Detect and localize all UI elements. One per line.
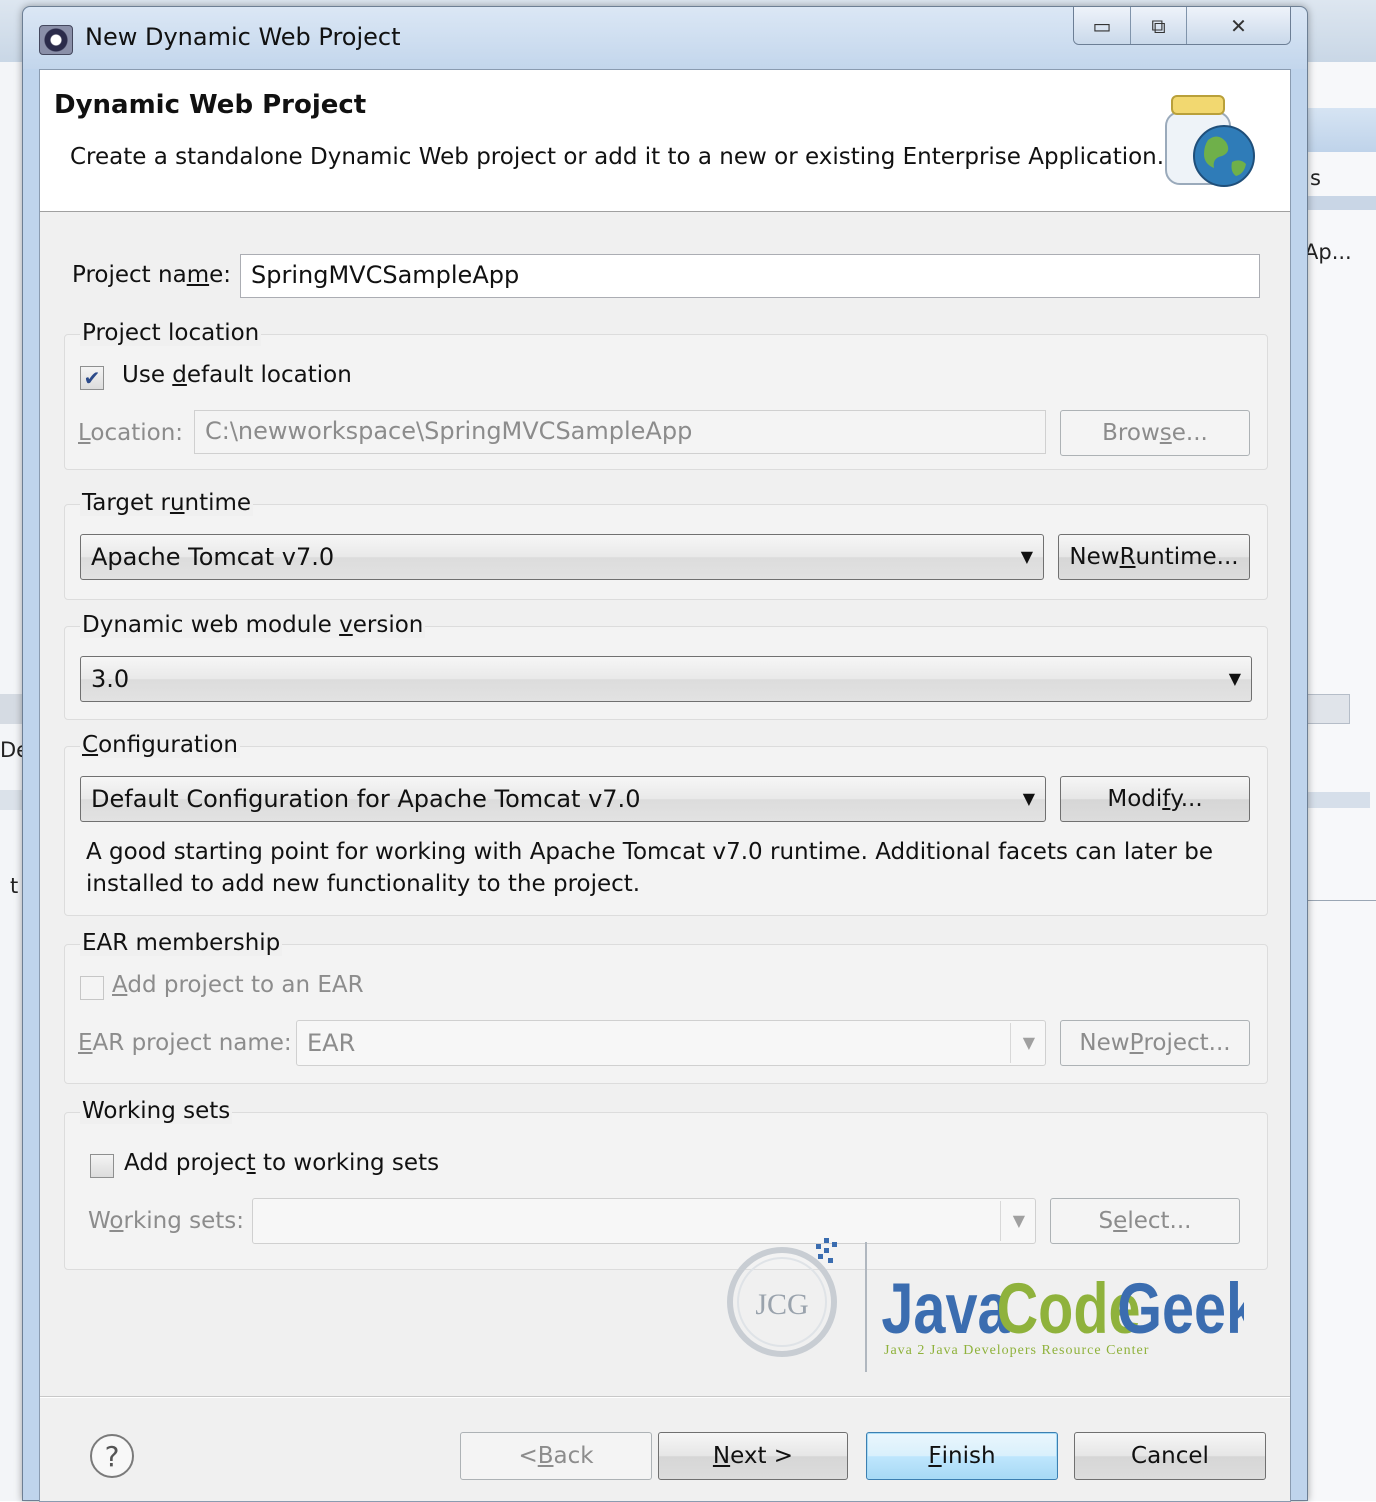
minimize-button[interactable]: ▭ [1074,7,1130,44]
add-to-ear-checkbox[interactable] [80,976,104,1000]
configuration-label: Configuration [80,732,240,758]
watermark-brand-java: Java [881,1268,1010,1348]
dropdown-arrow-icon: ▼ [1012,1211,1025,1230]
dropdown-arrow-icon: ▼ [1228,669,1241,688]
minimize-icon: ▭ [1092,14,1112,38]
dialog-title: New Dynamic Web Project [85,23,401,51]
wizard-header: Dynamic Web Project Create a standalone … [40,70,1290,212]
target-runtime-value: Apache Tomcat v7.0 [91,543,335,571]
configuration-select[interactable]: Default Configuration for Apache Tomcat … [80,776,1046,822]
maximize-icon: ⧉ [1151,14,1166,38]
add-to-working-sets-label[interactable]: Add project to working sets [124,1150,439,1176]
maximize-button[interactable]: ⧉ [1130,7,1186,44]
browse-button[interactable]: Brow s e... [1060,410,1250,456]
dialog-titlebar[interactable]: New Dynamic Web Project ▭ ⧉ ✕ [23,7,1307,69]
next-button[interactable]: Next > [658,1432,848,1480]
watermark-brand-geeks: Geeks [1117,1268,1244,1348]
ear-project-name-select[interactable]: EAR ▼ [296,1020,1046,1066]
dropdown-arrow-icon: ▼ [1020,547,1033,566]
background-left-divider [0,790,24,810]
target-runtime-select[interactable]: Apache Tomcat v7.0 ▼ [80,534,1044,580]
add-to-working-sets-checkbox[interactable] [90,1154,114,1178]
project-name-label: Project name: [72,262,231,288]
use-default-location-label[interactable]: Use default location [122,362,352,388]
dropdown-arrow-icon: ▼ [1022,1033,1035,1052]
eclipse-app-icon [39,25,73,55]
new-runtime-button[interactable]: New Runtime... [1058,534,1250,580]
module-version-select[interactable]: 3.0 ▼ [80,656,1252,702]
ear-membership-label: EAR membership [80,930,283,956]
location-label: Location: [78,420,184,446]
window-controls: ▭ ⧉ ✕ [1073,7,1291,45]
location-input[interactable]: C:\newworkspace\SpringMVCSampleApp [194,410,1046,454]
close-icon: ✕ [1230,14,1247,38]
new-ear-project-button[interactable]: New Project... [1060,1020,1250,1066]
footer-separator [40,1396,1290,1398]
add-to-ear-label[interactable]: Add project to an EAR [112,972,364,998]
dropdown-arrow-icon: ▼ [1022,789,1035,808]
modify-button[interactable]: Modi f y... [1060,776,1250,822]
checkmark-icon: ✔ [83,366,101,390]
use-default-location-checkbox[interactable]: ✔ [80,366,104,390]
target-runtime-label: Target runtime [80,490,254,516]
project-location-label: Project location [80,320,262,346]
project-name-input[interactable]: SpringMVCSampleApp [240,254,1260,298]
background-right-text: Ap... [1304,240,1352,264]
watermark-tagline: Java 2 Java Developers Resource Center [884,1343,1149,1358]
wizard-page-title: Dynamic Web Project [54,90,367,120]
module-version-value: 3.0 [91,665,130,693]
help-icon: ? [104,1439,120,1473]
background-right-text: s [1310,166,1321,190]
watermark-badge-text: JCG [755,1288,808,1321]
java-code-geeks-watermark: JCG Java Code Geeks Java 2 Java Develope… [727,1238,1244,1372]
module-version-label: Dynamic web module version [80,612,426,638]
web-project-jar-icon [1165,95,1255,187]
close-button[interactable]: ✕ [1186,7,1290,44]
ear-project-name-value: EAR [307,1029,356,1057]
back-button[interactable]: < Back [460,1432,652,1480]
configuration-description: A good starting point for working with A… [86,839,1214,897]
help-button[interactable]: ? [90,1434,134,1478]
background-left-text: t [10,874,19,898]
wizard-page-description: Create a standalone Dynamic Web project … [70,144,1165,170]
configuration-value: Default Configuration for Apache Tomcat … [91,785,641,813]
finish-button[interactable]: Finish [866,1432,1058,1480]
ear-project-name-label: EAR project name: [78,1030,292,1056]
cancel-button[interactable]: Cancel [1074,1432,1266,1480]
working-sets-field-label: Working sets: [88,1208,245,1234]
working-sets-label: Working sets [80,1098,233,1124]
background-left-tab [0,694,24,724]
